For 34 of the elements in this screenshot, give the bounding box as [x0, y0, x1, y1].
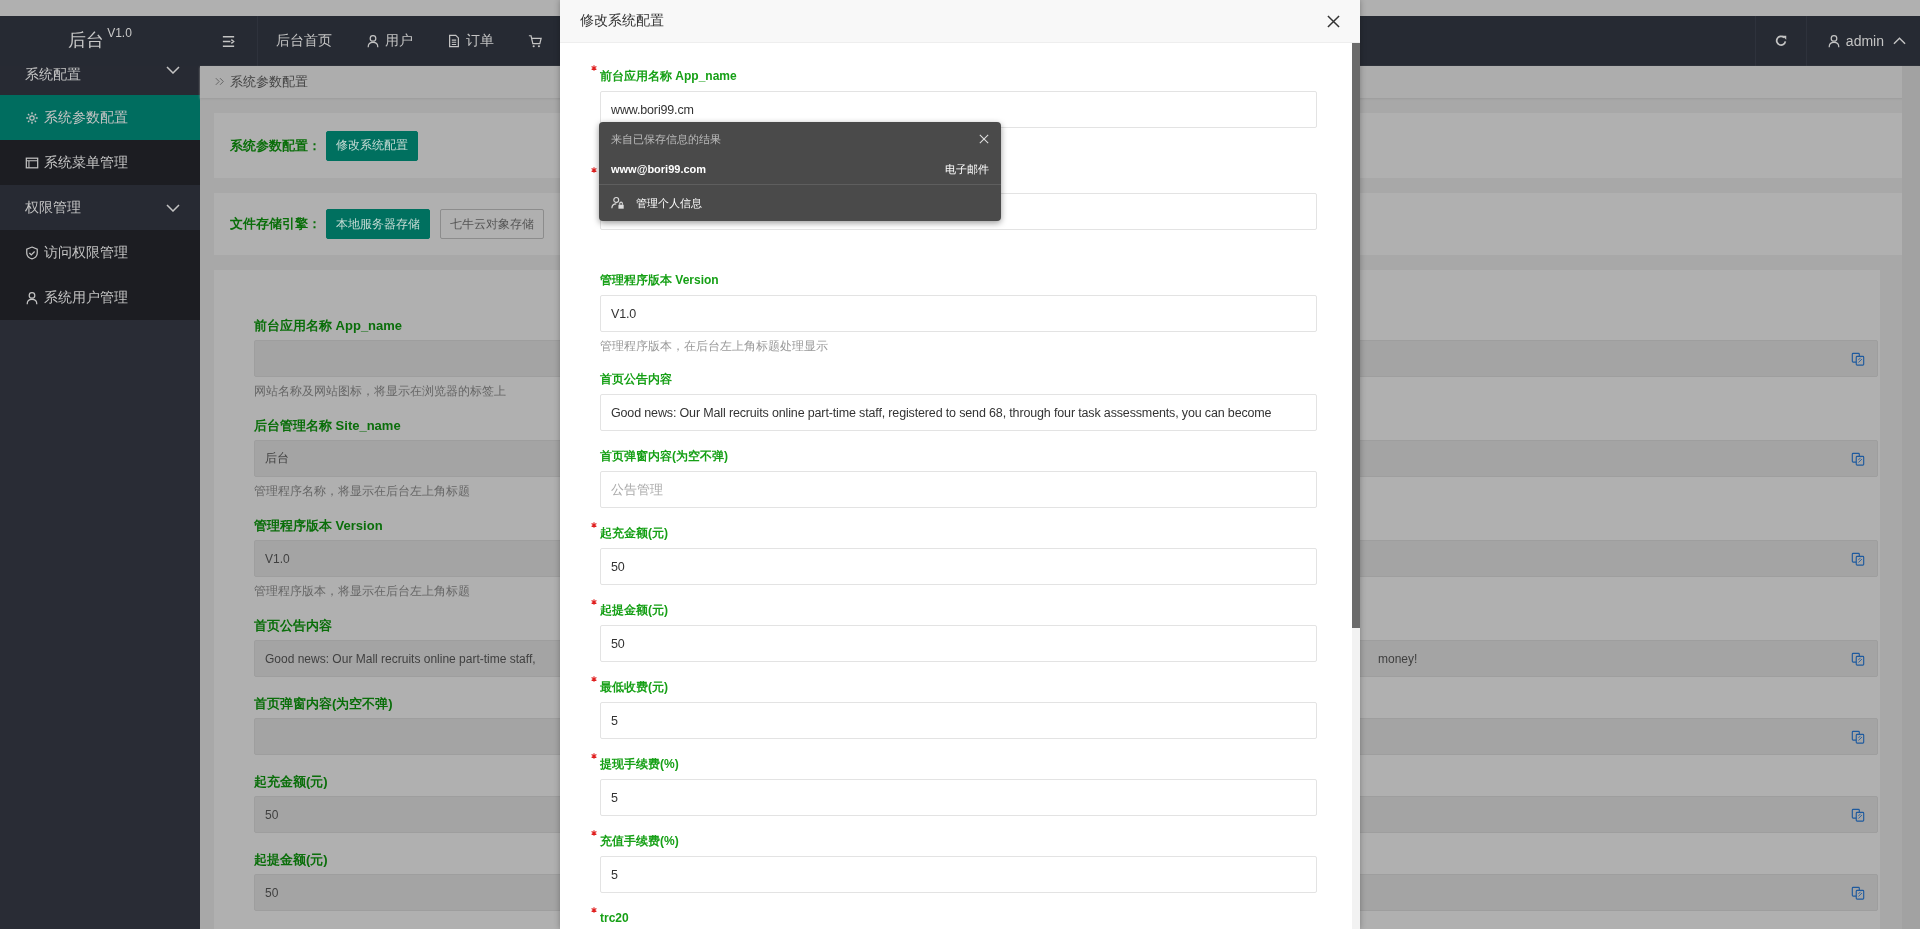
suggestion-text: www@bori99.com	[611, 163, 707, 175]
field-value: 后台	[265, 450, 289, 467]
field-label: 提现手续费(%)	[600, 756, 679, 773]
app-logo: 后台	[68, 29, 105, 52]
field-value: 50	[265, 885, 279, 900]
field-label: 首页弹窗内容(为空不弹)	[254, 695, 393, 713]
field-label: 最低收费(元)	[600, 679, 668, 696]
field-label: 管理程序版本 Version	[254, 517, 383, 535]
popup-heading: 来自已保存信息的结果	[611, 131, 721, 147]
suggestion-type: 电子邮件	[945, 161, 989, 177]
field-label: trc20	[600, 910, 629, 927]
field-label: 后台管理名称 Site_name	[254, 417, 401, 435]
field-label: 首页弹窗内容(为空不弹)	[600, 448, 728, 465]
field-label: 前台应用名称 App_name	[600, 68, 737, 85]
field-label: 首页公告内容	[254, 617, 332, 635]
field-label: 首页公告内容	[600, 371, 672, 388]
help-text: 管理程序版本，在后台左上角标题处理显示	[600, 338, 829, 354]
field-label: 起充金额(元)	[254, 773, 328, 791]
field-value: 50	[265, 807, 279, 822]
dialog-title: 修改系统配置	[580, 12, 664, 30]
field-label: 起充金额(元)	[600, 525, 668, 542]
section-label: 文件存储引擎：	[230, 215, 321, 234]
section-label: 系统参数配置：	[230, 136, 321, 155]
version-label: V1.0	[107, 26, 132, 40]
field-label: 前台应用名称 App_name	[254, 317, 403, 335]
field-label: 管理程序版本 Version	[600, 272, 719, 289]
field-label: 充值手续费(%)	[600, 833, 679, 850]
manage-info-text: 管理个人信息	[636, 195, 702, 211]
field-value: Good news: Our Mall recruits online part-time staff,	[265, 651, 536, 666]
field-value: V1.0	[265, 551, 290, 566]
field-value: money!	[1378, 651, 1419, 666]
breadcrumb-text: 系统参数配置	[230, 72, 308, 91]
field-label: 起提金额(元)	[600, 602, 668, 619]
field-label: 起提金额(元)	[254, 851, 328, 869]
